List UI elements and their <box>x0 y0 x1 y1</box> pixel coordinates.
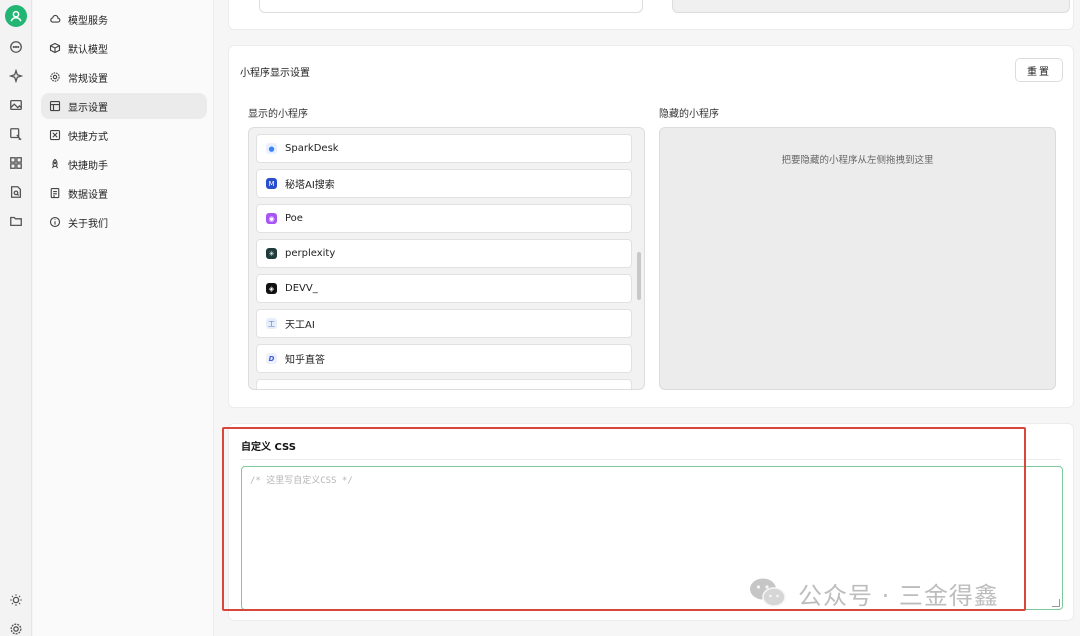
settings-icon[interactable] <box>7 620 25 636</box>
nav-item-model-service[interactable]: 模型服务 <box>41 6 207 32</box>
dropzone-hint: 把要隐藏的小程序从左侧拖拽到这里 <box>781 155 934 166</box>
app-name: 秘塔AI搜索 <box>285 180 335 191</box>
nav-item-label: 模型服务 <box>68 15 108 27</box>
list-scrollbar[interactable] <box>637 252 641 300</box>
app-item-perplexity[interactable]: ✳ perplexity <box>256 239 632 268</box>
app-item-tiangong[interactable]: 工 天工AI <box>256 309 632 338</box>
icon-rail <box>0 0 32 636</box>
translate-icon[interactable] <box>7 125 25 143</box>
perplexity-logo-icon: ✳ <box>266 248 277 259</box>
hidden-apps-title: 隐藏的小程序 <box>659 109 719 120</box>
poe-logo-icon: ◉ <box>266 213 277 224</box>
app-name: SparkDesk <box>285 143 339 154</box>
zhihu-logo-icon: D <box>266 353 277 364</box>
app-name: DEVV_ <box>285 283 318 294</box>
app-item-zhihu[interactable]: D 知乎直答 <box>256 344 632 373</box>
sun-icon[interactable] <box>7 591 25 609</box>
folder-icon[interactable] <box>7 212 25 230</box>
user-icon <box>10 10 22 22</box>
app-name: perplexity <box>285 248 336 259</box>
app-name: Poe <box>285 213 303 224</box>
nav-item-label: 默认模型 <box>68 44 108 56</box>
nav-item-label: 快捷方式 <box>68 131 108 143</box>
image-icon[interactable] <box>7 96 25 114</box>
section-title: 小程序显示设置 <box>240 68 310 79</box>
visible-apps-list[interactable]: ● SparkDesk M 秘塔AI搜索 ◉ Poe ✳ perplexity … <box>248 127 645 390</box>
miniapp-settings-card: 小程序显示设置 重置 显示的小程序 隐藏的小程序 ● SparkDesk M 秘… <box>228 45 1074 408</box>
nav-item-label: 快捷助手 <box>68 160 108 172</box>
watermark: 公众号 · 三金得鑫 <box>748 573 999 613</box>
cloud-icon <box>50 14 61 23</box>
app-item-sparkdesk[interactable]: ● SparkDesk <box>256 134 632 163</box>
app-item-devv[interactable]: ◈ DEVV_ <box>256 274 632 303</box>
nav-item-label: 常规设置 <box>68 73 108 85</box>
custom-css-title: 自定义 CSS <box>241 442 296 453</box>
avatar[interactable] <box>5 5 27 27</box>
editor-placeholder: /* 这里写自定义CSS */ <box>250 476 353 486</box>
nav-item-general[interactable]: 常规设置 <box>41 64 207 90</box>
nav-item-label: 关于我们 <box>68 218 108 230</box>
chat-icon[interactable] <box>7 38 25 56</box>
watermark-text: 公众号 · 三金得鑫 <box>798 581 999 610</box>
sparkle-icon[interactable] <box>7 67 25 85</box>
visible-apps-title: 显示的小程序 <box>248 109 308 120</box>
tiangong-logo-icon: 工 <box>266 318 277 329</box>
cube-icon <box>49 42 61 54</box>
reset-button[interactable]: 重置 <box>1015 58 1063 82</box>
previous-list-stub <box>672 0 1070 13</box>
resize-handle-icon[interactable] <box>1052 599 1060 607</box>
database-icon <box>50 187 60 199</box>
nav-item-label: 显示设置 <box>68 102 108 114</box>
nav-item-shortcuts[interactable]: 快捷方式 <box>41 122 207 148</box>
nav-item-label: 数据设置 <box>68 189 108 201</box>
nav-item-about[interactable]: 关于我们 <box>41 209 207 235</box>
sparkdesk-logo-icon: ● <box>266 143 277 154</box>
app-item-poe[interactable]: ◉ Poe <box>256 204 632 233</box>
divider <box>241 459 1061 460</box>
wechat-icon <box>750 578 786 607</box>
settings-nav: 模型服务 默认模型 常规设置 显示设置 快捷方式 快捷助手 数据设置 关于我们 <box>33 0 214 636</box>
metaso-logo-icon: M <box>266 178 277 189</box>
file-search-icon[interactable] <box>7 183 25 201</box>
app-name: 天工AI <box>285 320 315 331</box>
settings-content: 小程序显示设置 重置 显示的小程序 隐藏的小程序 ● SparkDesk M 秘… <box>214 0 1080 636</box>
app-item-metaso[interactable]: M 秘塔AI搜索 <box>256 169 632 198</box>
previous-list-stub <box>259 0 643 13</box>
rocket-icon <box>51 158 59 169</box>
gear-icon <box>50 72 60 82</box>
app-name: 知乎直答 <box>285 355 325 366</box>
apps-grid-icon[interactable] <box>7 154 25 172</box>
nav-item-data[interactable]: 数据设置 <box>41 180 207 206</box>
app-item-partial[interactable] <box>256 379 632 389</box>
hidden-apps-dropzone[interactable]: 把要隐藏的小程序从左侧拖拽到这里 <box>659 127 1056 390</box>
layout-icon <box>49 100 61 112</box>
command-icon <box>49 129 61 141</box>
nav-item-display[interactable]: 显示设置 <box>41 93 207 119</box>
previous-section-card <box>228 0 1074 30</box>
devv-logo-icon: ◈ <box>266 283 277 294</box>
nav-item-quick-assistant[interactable]: 快捷助手 <box>41 151 207 177</box>
info-icon <box>49 216 61 228</box>
nav-item-default-model[interactable]: 默认模型 <box>41 35 207 61</box>
